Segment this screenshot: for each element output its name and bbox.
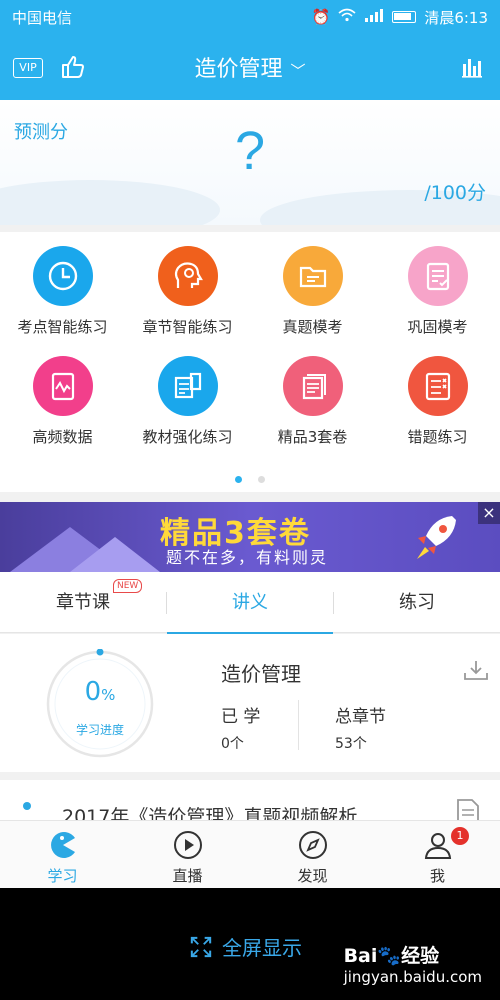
grid-item-label: 错题练习 — [407, 428, 468, 446]
notification-badge: 1 — [451, 827, 469, 845]
grid-item-label: 真题模考 — [282, 318, 343, 336]
expand-icon — [190, 936, 212, 957]
predicted-score-card[interactable]: 预测分 ? /100分 — [0, 100, 500, 225]
grid-item-wrong-questions[interactable]: 错题练习 — [375, 342, 500, 452]
progress-percent: 0% — [45, 677, 155, 707]
content-tabs: 章节课 NEW 讲义 练习 — [0, 572, 500, 634]
grid-item-label: 章节智能练习 — [142, 318, 233, 336]
user-icon — [424, 833, 451, 859]
rocket-icon — [408, 510, 464, 566]
cloud-decoration — [0, 180, 220, 225]
grid-item-premium-papers[interactable]: 精品3套卷 — [250, 342, 375, 452]
page-dot[interactable] — [258, 476, 265, 483]
predicted-score-value: ? — [234, 121, 266, 181]
watermark-brand: Bai — [343, 945, 378, 967]
checklist-icon — [407, 246, 468, 306]
nav-me[interactable]: 我 1 — [375, 821, 500, 888]
download-icon[interactable] — [463, 659, 489, 681]
banner-subtitle: 题不在多，有料则灵 — [166, 548, 329, 567]
nav-label: 直播 — [172, 867, 203, 885]
header-title: 造价管理 — [194, 57, 283, 82]
nav-label: 发现 — [297, 867, 328, 885]
grid-item-chapter-practice[interactable]: 章节智能练习 — [125, 232, 250, 342]
grid-item-textbook-practice[interactable]: 教材强化练习 — [125, 342, 250, 452]
fullscreen-label: 全屏显示 — [222, 936, 302, 960]
paw-icon: 🐾 — [377, 945, 402, 967]
new-badge: NEW — [113, 579, 143, 593]
carrier-name: 中国电信 — [12, 8, 73, 27]
grid-item-label: 精品3套卷 — [277, 428, 348, 446]
fullscreen-bar: 全屏显示 Bai🐾经验 jingyan.baidu.com — [0, 888, 500, 1000]
grid-item-label: 高频数据 — [32, 428, 93, 446]
learned-stat: 已 学 0个 — [221, 702, 260, 753]
grid-item-label: 教材强化练习 — [142, 428, 233, 446]
papers-icon — [282, 356, 343, 416]
compass-icon — [298, 831, 327, 859]
alarm-icon: ⏰ — [311, 8, 331, 26]
nav-label: 学习 — [47, 867, 78, 885]
subject-selector[interactable]: 造价管理 ﹀ — [150, 51, 350, 83]
grid-item-label: 考点智能练习 — [17, 318, 108, 336]
promo-banner[interactable]: 精品3套卷 题不在多，有料则灵 × — [0, 502, 500, 572]
nav-discover[interactable]: 发现 — [250, 821, 375, 888]
predicted-score-total: /100分 — [424, 182, 486, 204]
watermark-suffix: 经验 — [401, 945, 440, 967]
wrong-list-icon — [407, 356, 468, 416]
progress-ring: 0% 学习进度 — [45, 649, 155, 759]
vip-button[interactable]: VIP — [13, 58, 43, 78]
status-right: ⏰ 清晨6:13 — [312, 7, 488, 28]
fullscreen-button[interactable]: 全屏显示 — [190, 932, 302, 961]
learned-value: 0个 — [221, 736, 244, 752]
watermark-domain: jingyan.baidu.com — [343, 968, 482, 986]
tab-label: 讲义 — [232, 592, 268, 613]
bottom-nav: 学习 直播 发现 我 1 — [0, 820, 500, 888]
progress-caption: 学习进度 — [75, 723, 124, 737]
progress-percent-sign: % — [101, 686, 116, 704]
nav-live[interactable]: 直播 — [125, 821, 250, 888]
tab-practice[interactable]: 练习 — [334, 572, 500, 633]
list-bullet — [23, 802, 31, 810]
chart-doc-icon — [32, 356, 93, 416]
chevron-down-icon: ﹀ — [290, 61, 306, 80]
clock-icon — [32, 246, 93, 306]
grid-item-review-mock[interactable]: 巩固模考 — [375, 232, 500, 342]
mountain-decoration — [70, 537, 160, 572]
course-title: 造价管理 — [221, 662, 301, 686]
progress-percent-value: 0 — [84, 677, 102, 707]
grid-item-past-exam-mock[interactable]: 真题模考 — [250, 232, 375, 342]
app-header: VIP 造价管理 ﹀ — [0, 34, 500, 100]
play-icon — [173, 831, 202, 859]
nav-label: 我 — [429, 867, 445, 885]
stat-divider — [298, 700, 299, 750]
tab-label: 章节课 — [56, 592, 110, 613]
grid-item-label: 巩固模考 — [407, 318, 468, 336]
head-gear-icon — [157, 246, 218, 306]
book-icon — [157, 356, 218, 416]
clock-time: 清晨6:13 — [424, 8, 488, 27]
page-dot-active[interactable] — [235, 476, 242, 483]
tab-label: 练习 — [399, 592, 435, 613]
nav-study[interactable]: 学习 — [0, 821, 125, 888]
thumbs-up-icon[interactable] — [60, 54, 86, 80]
banner-close-button[interactable]: × — [478, 502, 500, 524]
feature-grid: 考点智能练习 章节智能练习 真题模考 巩固模考 高频数据 教材强化练习 精品3套… — [0, 232, 500, 492]
bar-chart-icon[interactable] — [461, 56, 483, 78]
total-chapters-stat: 总章节 53个 — [335, 702, 386, 753]
total-chapters-value: 53个 — [335, 736, 367, 752]
folder-icon — [282, 246, 343, 306]
status-bar: 中国电信 ⏰ 清晨6:13 — [0, 0, 500, 34]
page-indicator — [0, 468, 500, 487]
grid-item-exam-point-practice[interactable]: 考点智能练习 — [0, 232, 125, 342]
app-screen: 中国电信 ⏰ 清晨6:13 VIP 造价管理 ﹀ 预测分 ? /100分 考点智… — [0, 0, 500, 888]
wifi-icon — [338, 8, 356, 26]
learned-label: 已 学 — [221, 707, 261, 727]
study-icon — [50, 832, 75, 858]
grid-item-high-freq-data[interactable]: 高频数据 — [0, 342, 125, 452]
signal-icon — [364, 8, 384, 26]
total-chapters-label: 总章节 — [335, 707, 386, 727]
study-progress-card: 0% 学习进度 造价管理 已 学 0个 总章节 53个 — [0, 634, 500, 772]
tab-notes[interactable]: 讲义 — [167, 572, 333, 634]
battery-icon — [392, 11, 417, 23]
watermark: Bai🐾经验 jingyan.baidu.com — [344, 941, 482, 986]
